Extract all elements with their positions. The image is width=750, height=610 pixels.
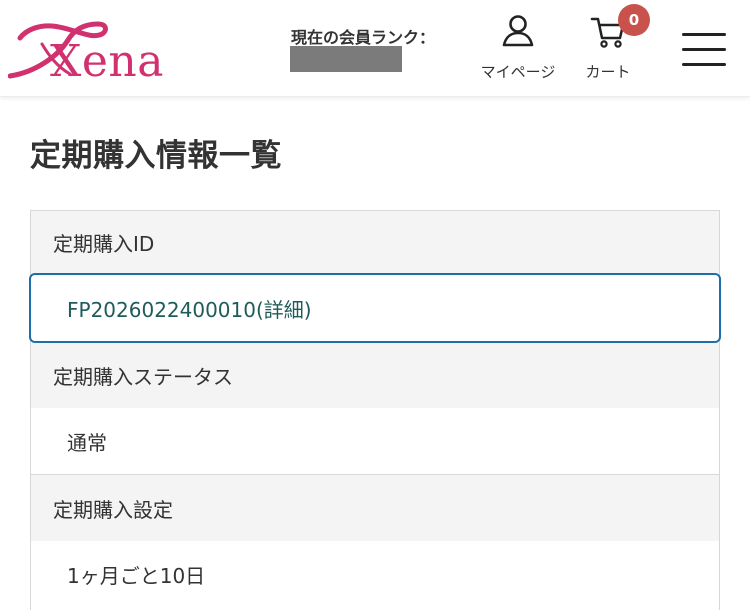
row-value-setting: 1ヶ月ごと10日 <box>31 541 719 607</box>
mypage-label: マイページ <box>480 63 556 81</box>
subscription-status-value: 通常 <box>67 430 107 455</box>
logo-text: Xena <box>50 36 164 87</box>
member-rank-label: 現在の会員ランク： <box>291 28 436 47</box>
site-header: Xena 現在の会員ランク： マイページ カート 0 <box>0 0 750 97</box>
mypage-button[interactable]: マイページ <box>473 14 563 82</box>
subscription-setting-value: 1ヶ月ごと10日 <box>67 563 206 588</box>
row-heading-setting: 定期購入設定 <box>31 475 719 541</box>
cart-button[interactable]: カート 0 <box>563 4 653 82</box>
row-value-status: 通常 <box>31 408 719 474</box>
heading-subscription-id: 定期購入ID <box>53 232 155 256</box>
site-logo[interactable]: Xena <box>7 18 170 84</box>
hamburger-menu-icon[interactable] <box>682 33 726 67</box>
cart-label: カート <box>585 63 631 81</box>
heading-subscription-setting: 定期購入設定 <box>53 497 173 522</box>
member-rank-value-redacted <box>290 46 402 72</box>
cart-count-badge: 0 <box>618 4 650 36</box>
row-heading-status: 定期購入ステータス <box>31 343 719 408</box>
subscription-info-table: 定期購入ID FP2026022400010(詳細) 定期購入ステータス 通常 … <box>29 210 721 610</box>
user-icon <box>502 15 534 47</box>
heading-subscription-status: 定期購入ステータス <box>53 365 233 389</box>
page-title: 定期購入情報一覧 <box>30 138 282 174</box>
row-heading-id: 定期購入ID <box>31 211 719 274</box>
subscription-detail-link[interactable]: FP2026022400010(詳細) <box>29 273 721 343</box>
